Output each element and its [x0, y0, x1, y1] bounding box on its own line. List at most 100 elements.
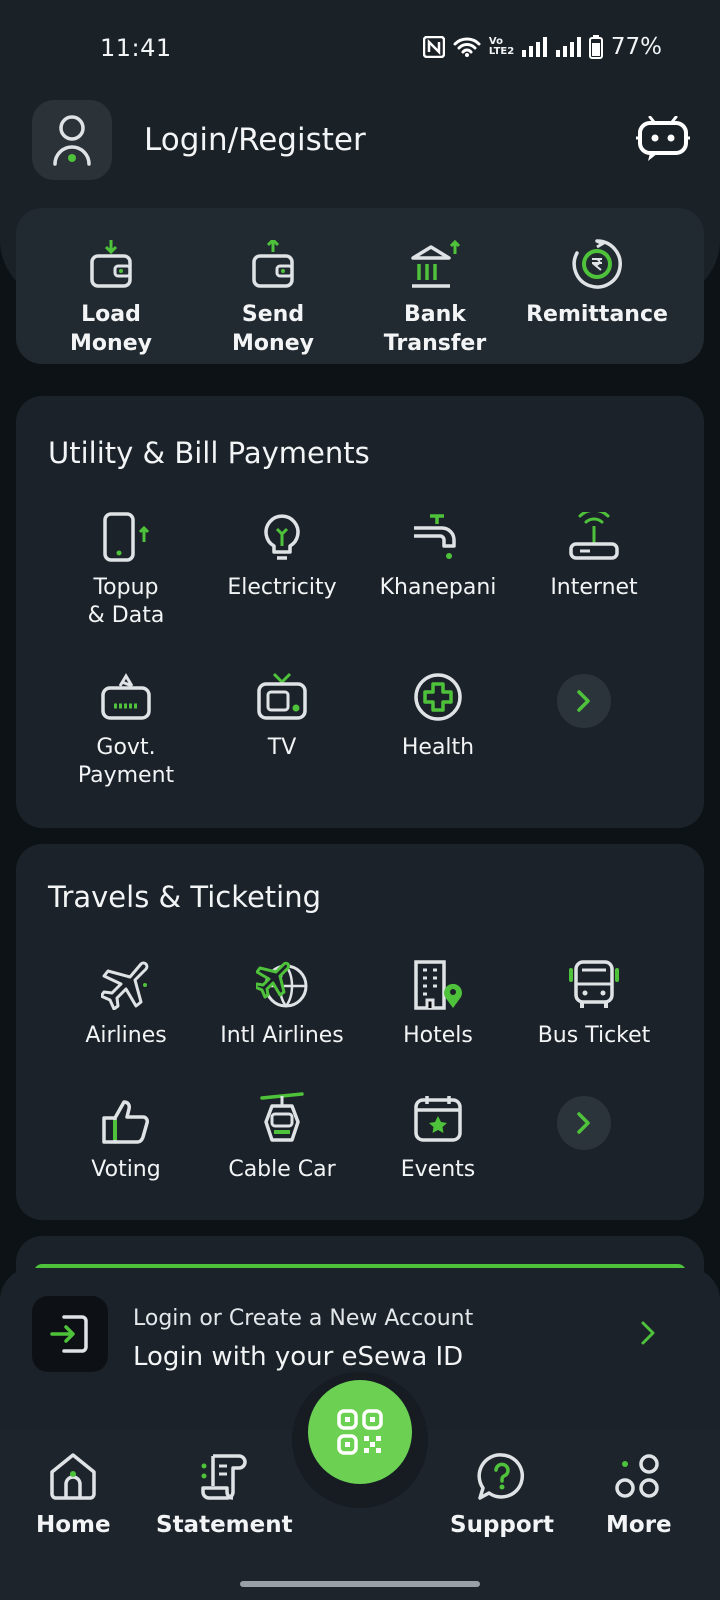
nav-statement[interactable]: Statement: [156, 1452, 293, 1538]
nav-home-label: Home: [36, 1512, 111, 1538]
battery-icon: [588, 35, 603, 59]
nav-statement-label: Statement: [156, 1512, 293, 1538]
bank-transfer-button[interactable]: Bank Transfer: [350, 228, 520, 358]
battery-percent: 77%: [610, 34, 662, 60]
nav-support-label: Support: [450, 1512, 555, 1538]
internet-button[interactable]: Internet: [516, 502, 672, 602]
health-label: Health: [401, 735, 475, 760]
login-door-icon: [50, 1315, 88, 1353]
travels-section-title: Travels & Ticketing: [48, 880, 322, 914]
airplane-icon: [101, 961, 149, 1010]
login-register-link[interactable]: Login/Register: [144, 122, 366, 158]
intl-airplane-icon: [256, 961, 308, 1008]
bus-ticket-button[interactable]: Bus Ticket: [516, 950, 672, 1050]
govt-label-1: Govt.: [96, 735, 156, 760]
send-money-label-1: Send: [241, 302, 305, 327]
tv-button[interactable]: TV: [204, 662, 360, 762]
quick-actions-card: Load Money Send Money Bank Transfer Remitta…: [16, 208, 704, 364]
hotels-button[interactable]: Hotels: [360, 950, 516, 1050]
nav-more-label: More: [606, 1512, 672, 1538]
statement-icon: [201, 1454, 248, 1500]
water-tap-icon: [414, 514, 456, 559]
hotel-icon: [414, 960, 462, 1010]
nav-support[interactable]: Support: [450, 1452, 554, 1538]
bank-transfer-label-2: Transfer: [383, 331, 487, 356]
bank-transfer-label-1: Bank: [404, 302, 466, 327]
status-time: 11:41: [100, 34, 172, 62]
support-icon: [477, 1453, 525, 1500]
airlines-label: Airlines: [85, 1023, 167, 1048]
wifi-icon: [453, 37, 481, 57]
govt-payment-icon: [101, 673, 151, 720]
load-money-label-2: Money: [70, 331, 152, 356]
voting-label: Voting: [91, 1157, 161, 1182]
bulb-icon: [264, 514, 300, 560]
signal-2-icon: [555, 37, 581, 57]
health-button[interactable]: Health: [360, 662, 516, 762]
cable-car-label: Cable Car: [228, 1157, 336, 1182]
login-banner-subtitle: Login or Create a New Account: [133, 1306, 474, 1331]
cable-car-button[interactable]: Cable Car: [204, 1084, 360, 1184]
chevron-right-icon: [577, 690, 590, 712]
nav-home[interactable]: Home: [36, 1452, 111, 1538]
wallet-send-icon: [252, 240, 294, 288]
internet-label: Internet: [550, 575, 638, 600]
utility-section-title: Utility & Bill Payments: [48, 436, 370, 470]
thumbs-up-icon: [102, 1100, 149, 1144]
wallet-load-icon: [90, 240, 132, 288]
qr-code-icon: [337, 1409, 383, 1455]
tv-label: TV: [267, 735, 297, 760]
login-banner-title[interactable]: Login with your eSewa ID: [133, 1342, 463, 1372]
send-money-label-2: Money: [232, 331, 314, 356]
health-icon: [414, 673, 462, 721]
login-banner-icon[interactable]: [32, 1296, 108, 1372]
bank-icon: [411, 240, 461, 288]
intl-airlines-button[interactable]: Intl Airlines: [204, 950, 360, 1050]
chatbot-icon[interactable]: [636, 116, 690, 162]
login-chevron-right-icon[interactable]: [640, 1320, 656, 1346]
khanepani-button[interactable]: Khanepani: [360, 502, 516, 602]
govt-payment-button[interactable]: Govt. Payment: [48, 662, 204, 790]
electricity-button[interactable]: Electricity: [204, 502, 360, 602]
travels-more-button[interactable]: [557, 1096, 611, 1150]
topup-label-1: Topup: [93, 575, 159, 600]
send-money-button[interactable]: Send Money: [188, 228, 358, 358]
bus-icon: [569, 960, 619, 1008]
voting-button[interactable]: Voting: [48, 1084, 204, 1184]
bus-ticket-label: Bus Ticket: [537, 1023, 651, 1048]
cable-car-icon: [260, 1092, 304, 1142]
utility-more-button[interactable]: [557, 674, 611, 728]
phone-topup-icon: [103, 512, 150, 562]
events-label: Events: [400, 1157, 476, 1182]
nav-more[interactable]: More: [606, 1452, 672, 1538]
govt-label-2: Payment: [77, 763, 175, 788]
intl-airlines-label: Intl Airlines: [220, 1023, 344, 1048]
avatar[interactable]: [32, 100, 112, 180]
load-money-button[interactable]: Load Money: [26, 228, 196, 358]
nfc-icon: [422, 36, 445, 58]
topup-label-2: & Data: [87, 603, 165, 628]
signal-1-icon: [521, 37, 547, 57]
status-icons: Vo LTE2 77%: [422, 34, 662, 60]
chevron-right-icon: [577, 1112, 590, 1134]
topup-data-button[interactable]: Topup & Data: [48, 502, 204, 630]
router-icon: [569, 512, 619, 560]
utility-card: Utility & Bill Payments Topup & Data Elec…: [16, 396, 704, 828]
scan-qr-button[interactable]: [308, 1380, 412, 1484]
user-icon: [53, 115, 91, 166]
electricity-label: Electricity: [227, 575, 337, 600]
tv-icon: [257, 672, 307, 720]
hotels-label: Hotels: [403, 1023, 473, 1048]
remittance-label: Remittance: [526, 302, 668, 327]
gesture-home-bar[interactable]: [240, 1581, 480, 1587]
remittance-icon: [572, 239, 622, 289]
events-button[interactable]: Events: [360, 1084, 516, 1184]
load-money-label-1: Load: [81, 302, 141, 327]
remittance-button[interactable]: Remittance: [512, 228, 682, 329]
network-type-label: Vo LTE2: [488, 36, 515, 57]
calendar-star-icon: [414, 1096, 462, 1142]
airlines-button[interactable]: Airlines: [48, 950, 204, 1050]
travels-card: Travels & Ticketing Airlines Intl Airlin…: [16, 844, 704, 1220]
khanepani-label: Khanepani: [379, 575, 497, 600]
more-grid-icon: [615, 1454, 659, 1498]
